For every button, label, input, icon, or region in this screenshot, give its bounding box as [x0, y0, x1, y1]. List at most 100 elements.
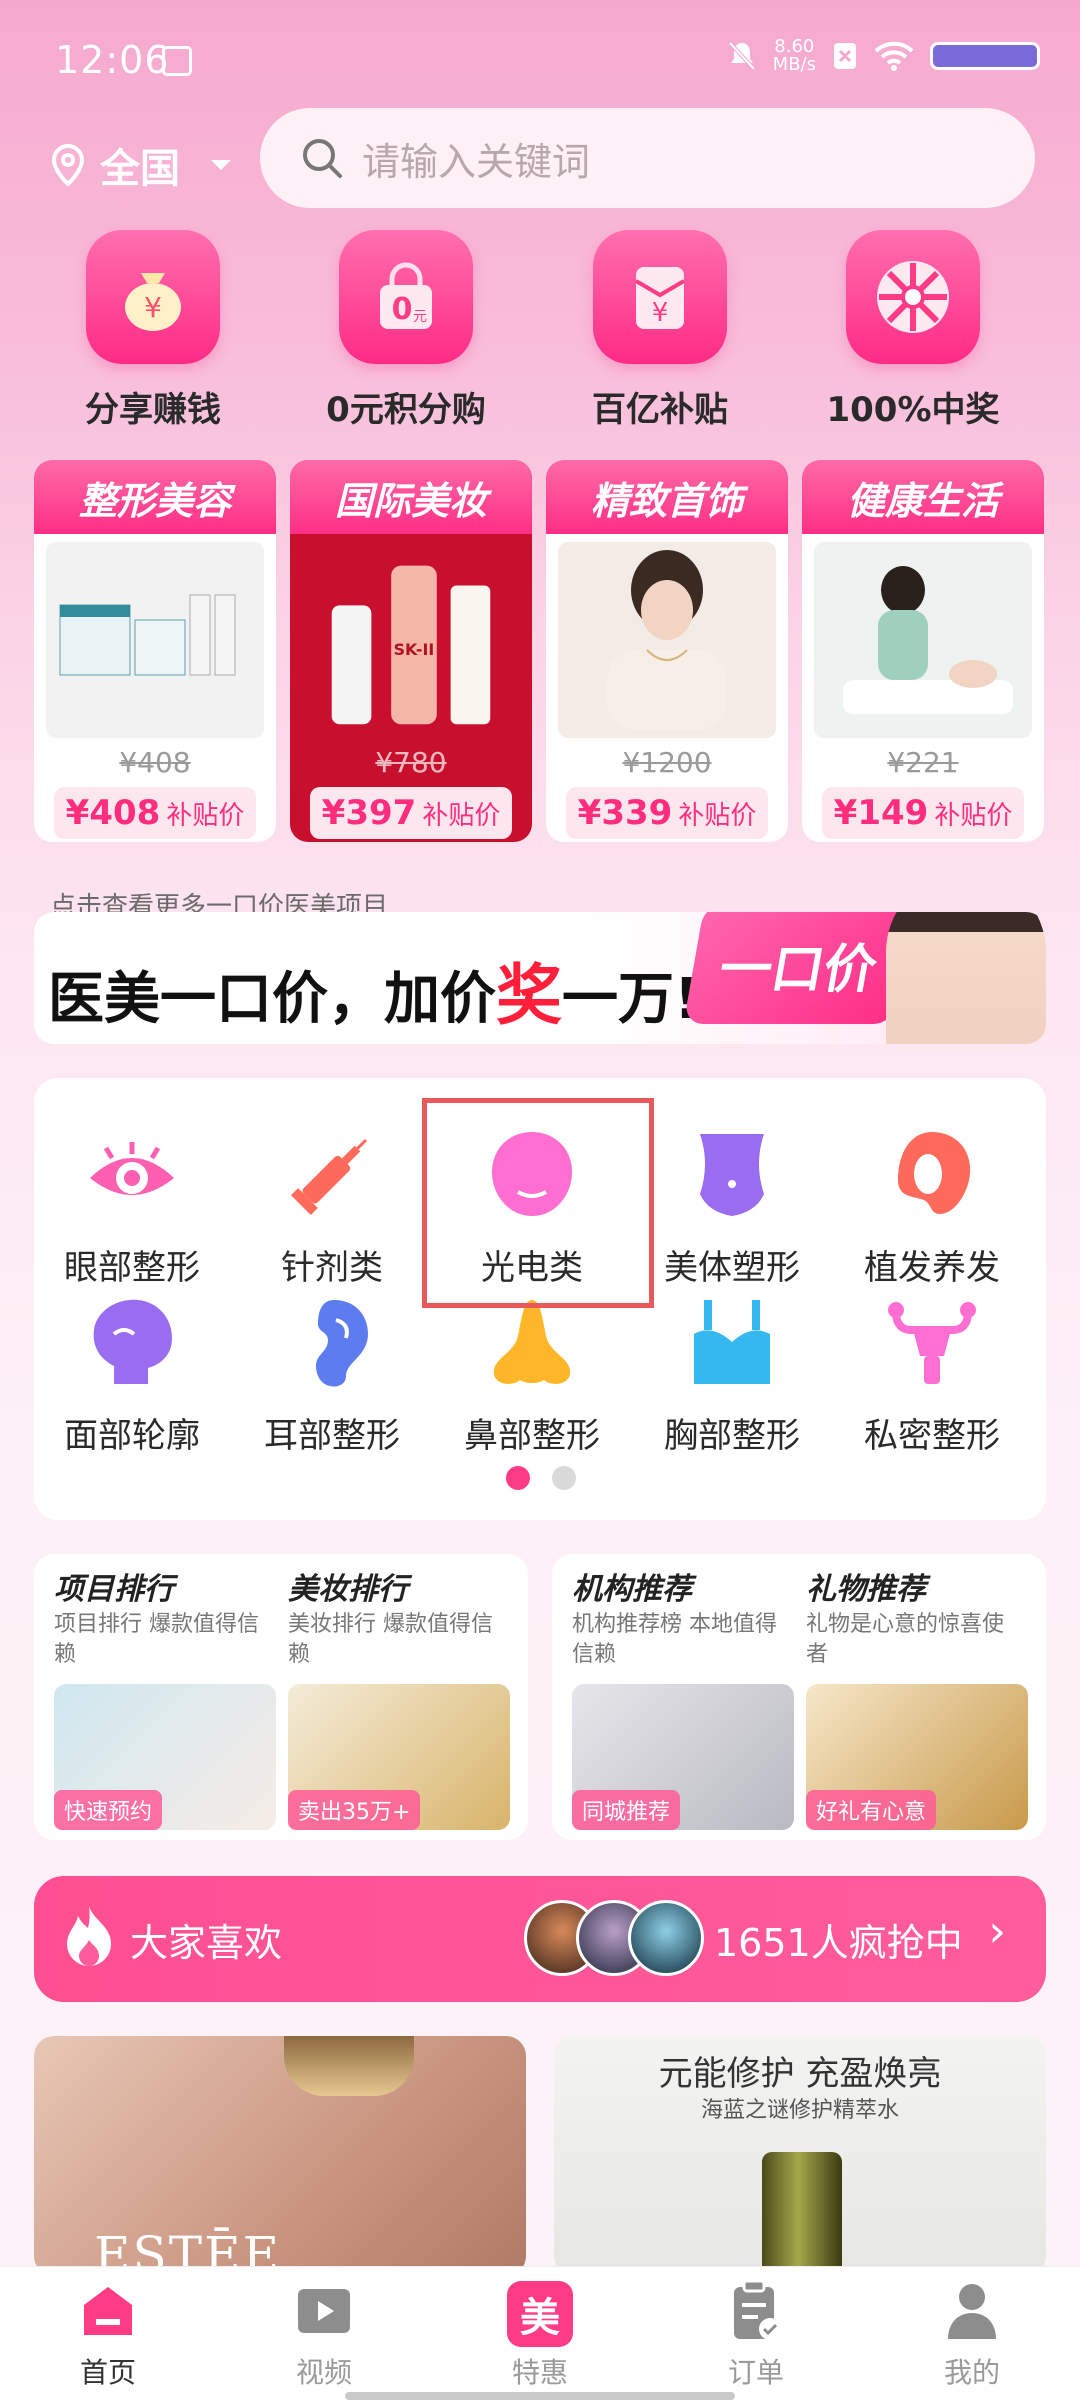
ranking-box-right: 机构推荐 机构推荐榜 本地值得信赖 同城推荐 礼物推荐 礼物是心意的惊喜使者 好… — [552, 1554, 1046, 1840]
rank-card-gift[interactable]: 礼物推荐 礼物是心意的惊喜使者 好礼有心意 — [806, 1554, 1036, 1830]
quick-entry-zero-points[interactable]: 0元 0元积分购 — [306, 230, 506, 431]
promo-card-tag: 健康生活 — [802, 460, 1044, 534]
quick-entry-label: 分享赚钱 — [85, 390, 221, 430]
promo-price-value: ¥149 — [833, 793, 929, 833]
rank-desc: 礼物是心意的惊喜使者 — [806, 1612, 1005, 1667]
category-eye[interactable]: 眼部整形 — [32, 1126, 232, 1289]
one-price-banner[interactable]: 医美一口价，加价奖一万! 一口价 — [34, 912, 1046, 1044]
promo-price-value: ¥339 — [577, 793, 673, 833]
promo-card-jewelry[interactable]: 精致首饰 ¥1200 ¥339 补贴价 — [546, 460, 788, 842]
quick-entry-lottery[interactable]: 100%中奖 — [813, 230, 1013, 431]
product-boxes-image — [46, 542, 264, 738]
rank-badge: 快速预约 — [54, 1790, 163, 1830]
uterus-icon — [884, 1294, 980, 1390]
money-bag-icon: ¥ — [86, 230, 220, 364]
svg-text:¥: ¥ — [652, 298, 669, 328]
jewelry-model-image — [558, 542, 776, 738]
promo-original-price: ¥780 — [375, 746, 447, 779]
tab-label: 首页 — [79, 2356, 136, 2389]
promo-original-price: ¥221 — [887, 746, 959, 779]
prize-wheel-icon — [846, 230, 980, 364]
category-label: 胸部整形 — [664, 1416, 800, 1456]
category-injection[interactable]: 针剂类 — [232, 1126, 432, 1289]
rank-title: 礼物推荐 — [806, 1572, 926, 1607]
rank-title: 机构推荐 — [572, 1572, 692, 1607]
popular-bar[interactable]: 大家喜欢 1651人疯抢中 › — [34, 1876, 1046, 2002]
net-speed-unit: MB/s — [772, 54, 816, 75]
svg-text:元: 元 — [413, 309, 427, 325]
search-placeholder: 请输入关键词 — [362, 139, 591, 184]
rank-title: 项目排行 — [54, 1572, 174, 1607]
chevron-down-icon — [211, 160, 231, 170]
quick-entry-subsidy[interactable]: ¥ 百亿补贴 — [560, 230, 760, 431]
promo-price-suffix: 补贴价 — [422, 800, 501, 831]
rank-card-cosmetics[interactable]: 美妆排行 美妆排行 爆款值得信赖 卖出35万+ — [288, 1554, 518, 1830]
tab-label: 视频 — [295, 2356, 352, 2389]
rank-card-project[interactable]: 项目排行 项目排行 爆款值得信赖 快速预约 — [54, 1554, 284, 1830]
page-indicator-active — [506, 1466, 530, 1490]
promo-card-health[interactable]: 健康生活 ¥221 ¥149 补贴价 — [802, 460, 1044, 842]
nose-icon — [484, 1294, 580, 1390]
rank-badge: 好礼有心意 — [806, 1790, 937, 1830]
tab-orders[interactable]: 订单 — [686, 2279, 826, 2391]
tab-profile[interactable]: 我的 — [902, 2281, 1042, 2391]
category-private[interactable]: 私密整形 — [832, 1294, 1032, 1457]
rank-card-institution[interactable]: 机构推荐 机构推荐榜 本地值得信赖 同城推荐 — [572, 1554, 802, 1830]
banner-text: 医美一口价，加价奖一万! — [48, 942, 700, 1038]
quick-entry-label: 0元积分购 — [326, 390, 486, 430]
category-chest[interactable]: 胸部整形 — [632, 1294, 832, 1457]
feed-subtitle: 海蓝之谜修护精萃水 — [700, 2098, 899, 2123]
tab-video[interactable]: 视频 — [254, 2281, 394, 2391]
category-nose[interactable]: 鼻部整形 — [432, 1294, 632, 1457]
bottom-tab-bar: 首页 视频 美 特惠 订单 我的 — [0, 2266, 1080, 2408]
red-envelope-icon: ¥ — [593, 230, 727, 364]
massage-scene-image — [814, 542, 1032, 738]
svg-text:0: 0 — [392, 292, 413, 327]
promo-price-value: ¥397 — [321, 793, 417, 833]
tab-home[interactable]: 首页 — [38, 2281, 178, 2391]
shopping-bag-icon: 0元 — [339, 230, 473, 364]
hair-icon — [884, 1126, 980, 1222]
promo-card-cosmetics[interactable]: 国际美妆 SK-II ¥780 ¥397 补贴价 — [290, 460, 532, 842]
face-profile-icon — [84, 1294, 180, 1390]
location-pin-icon — [51, 143, 85, 187]
quick-entry-label: 百亿补贴 — [592, 390, 728, 430]
feed-card-estee-lauder[interactable]: ESTĒE LAUDER — [34, 2036, 526, 2276]
location-selector[interactable]: 全国 — [48, 135, 236, 195]
tab-special-offer[interactable]: 美 特惠 — [470, 2281, 610, 2391]
feed-card-la-mer[interactable]: 元能修护 充盈焕亮 海蓝之谜修护精萃水 — [554, 2036, 1046, 2276]
promo-card-plastic-surgery[interactable]: 整形美容 ¥408 ¥408 补贴价 — [34, 460, 276, 842]
category-ear[interactable]: 耳部整形 — [232, 1294, 432, 1457]
category-body-shaping[interactable]: 美体塑形 — [632, 1126, 832, 1289]
category-hair[interactable]: 植发养发 — [832, 1126, 1032, 1289]
status-bar: 12:06 8.60 MB/s — [0, 0, 1080, 110]
search-icon — [303, 139, 342, 178]
chevron-right-icon: › — [988, 1906, 1006, 1957]
banner-text-highlight: 奖 — [496, 957, 562, 1034]
svg-text:SK-II: SK-II — [394, 640, 435, 659]
search-input[interactable]: 请输入关键词 — [260, 108, 1035, 208]
chest-icon — [684, 1294, 780, 1390]
category-label: 针剂类 — [281, 1248, 383, 1288]
promo-card-tag: 精致首饰 — [546, 460, 788, 534]
special-offer-glyph: 美 — [520, 2295, 560, 2341]
quick-entry-share[interactable]: ¥ 分享赚钱 — [53, 230, 253, 431]
battery-icon — [930, 42, 1040, 70]
popular-title: 大家喜欢 — [130, 1921, 283, 1965]
sim-x-icon — [834, 43, 856, 69]
rank-desc: 项目排行 爆款值得信赖 — [54, 1612, 259, 1667]
order-icon — [726, 2279, 786, 2341]
promo-original-price: ¥1200 — [622, 746, 712, 779]
banner-text-a: 医美一口价，加价 — [48, 967, 496, 1032]
category-face-contour[interactable]: 面部轮廓 — [32, 1294, 232, 1457]
promo-price-suffix: 补贴价 — [934, 800, 1013, 831]
rank-desc: 美妆排行 爆款值得信赖 — [288, 1612, 493, 1667]
promo-subsidy-price: ¥397 补贴价 — [310, 787, 512, 839]
wifi-icon — [874, 41, 914, 71]
category-label: 美体塑形 — [664, 1248, 800, 1288]
svg-text:¥: ¥ — [144, 291, 162, 324]
avatar — [628, 1900, 704, 1976]
video-icon — [294, 2281, 354, 2341]
location-label: 全国 — [100, 146, 180, 192]
ranking-box-left: 项目排行 项目排行 爆款值得信赖 快速预约 美妆排行 美妆排行 爆款值得信赖 卖… — [34, 1554, 528, 1840]
